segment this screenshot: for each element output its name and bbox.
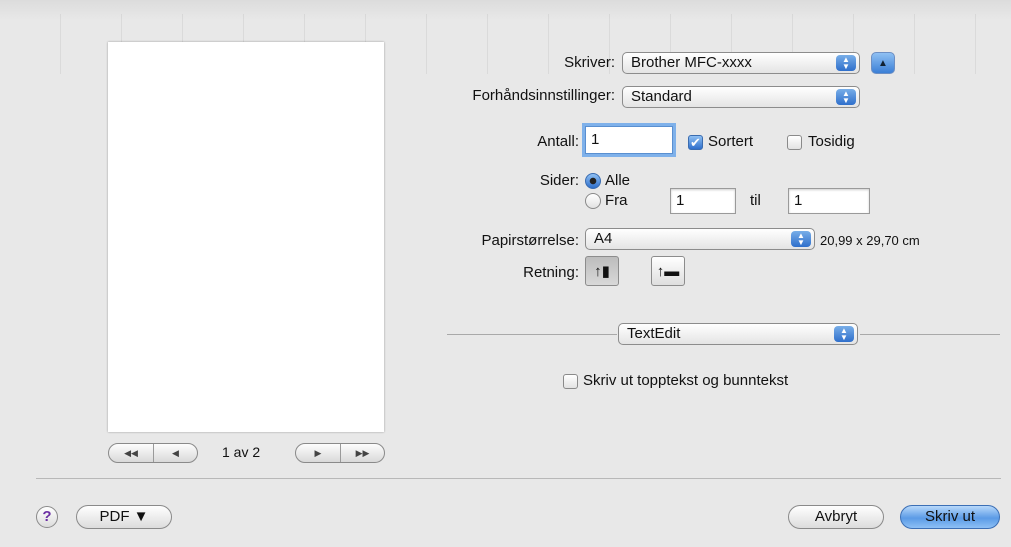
collapse-details-button[interactable]: ▲ xyxy=(871,52,895,74)
two-sided-label: Tosidig xyxy=(808,133,855,150)
header-footer-checkbox[interactable] xyxy=(563,374,578,389)
orientation-label: Retning: xyxy=(523,264,579,281)
paper-size-label: Papirstørrelse: xyxy=(481,232,579,249)
pages-to-label: til xyxy=(750,192,761,209)
copies-input[interactable]: 1 xyxy=(585,126,673,154)
help-icon: ? xyxy=(42,508,52,525)
pages-from-label: Fra xyxy=(605,192,628,209)
header-footer-label: Skriv ut topptekst og bunntekst xyxy=(583,372,789,389)
pages-to-input[interactable]: 1 xyxy=(788,188,870,214)
presets-value: Standard xyxy=(631,88,692,105)
section-divider-right xyxy=(860,334,1000,335)
next-page-icon[interactable]: ▶ xyxy=(296,444,340,462)
pages-all-label: Alle xyxy=(605,172,631,189)
copies-label: Antall: xyxy=(537,133,579,150)
page-preview xyxy=(108,42,384,432)
pages-from-input[interactable]: 1 xyxy=(670,188,736,214)
page-indicator: 1 av 2 xyxy=(222,444,261,460)
popup-arrows-icon: ▲ ▼ xyxy=(834,326,854,342)
printer-label: Skriver: xyxy=(564,54,615,71)
two-sided-checkbox[interactable] xyxy=(787,135,802,150)
presets-label: Forhåndsinnstillinger: xyxy=(472,87,615,104)
app-section-popup[interactable]: TextEdit ▲ ▼ xyxy=(618,323,858,345)
cancel-button[interactable]: Avbryt xyxy=(788,505,884,529)
pdf-menu-button[interactable]: PDF ▼ xyxy=(76,505,172,529)
section-divider-left xyxy=(447,334,617,335)
portrait-orientation-button[interactable]: ↑▮ xyxy=(585,256,619,286)
paper-size-popup[interactable]: A4 ▲ ▼ xyxy=(585,228,815,250)
footer-separator xyxy=(36,478,1001,479)
first-page-icon[interactable]: ◀◀ xyxy=(109,444,153,462)
pages-all-radio[interactable] xyxy=(585,173,601,189)
help-button[interactable]: ? xyxy=(36,506,58,528)
pages-from-radio[interactable] xyxy=(585,193,601,209)
collated-checkbox[interactable]: ✔ xyxy=(688,135,703,150)
paper-size-value: A4 xyxy=(594,230,613,247)
triangle-up-icon: ▲ xyxy=(878,57,888,69)
portrait-orientation-icon: ↑▮ xyxy=(594,263,610,280)
printer-value: Brother MFC-xxxx xyxy=(631,54,752,71)
landscape-orientation-button[interactable]: ↑▬ xyxy=(651,256,685,286)
presets-popup[interactable]: Standard ▲ ▼ xyxy=(622,86,860,108)
printer-popup[interactable]: Brother MFC-xxxx ▲ ▼ xyxy=(622,52,860,74)
last-page-icon[interactable]: ▶▶ xyxy=(340,444,384,462)
popup-arrows-icon: ▲ ▼ xyxy=(836,55,856,71)
app-section-value: TextEdit xyxy=(627,325,681,342)
paper-dimensions: 20,99 x 29,70 cm xyxy=(820,233,920,248)
popup-arrows-icon: ▲ ▼ xyxy=(836,89,856,105)
preview-forward-buttons[interactable]: ▶ ▶▶ xyxy=(295,443,385,463)
print-button[interactable]: Skriv ut xyxy=(900,505,1000,529)
popup-arrows-icon: ▲ ▼ xyxy=(791,231,811,247)
collated-label: Sortert xyxy=(708,133,754,150)
landscape-orientation-icon: ↑▬ xyxy=(656,262,680,280)
pages-label: Sider: xyxy=(539,172,579,189)
preview-back-buttons[interactable]: ◀◀ ◀ xyxy=(108,443,198,463)
previous-page-icon[interactable]: ◀ xyxy=(153,444,197,462)
